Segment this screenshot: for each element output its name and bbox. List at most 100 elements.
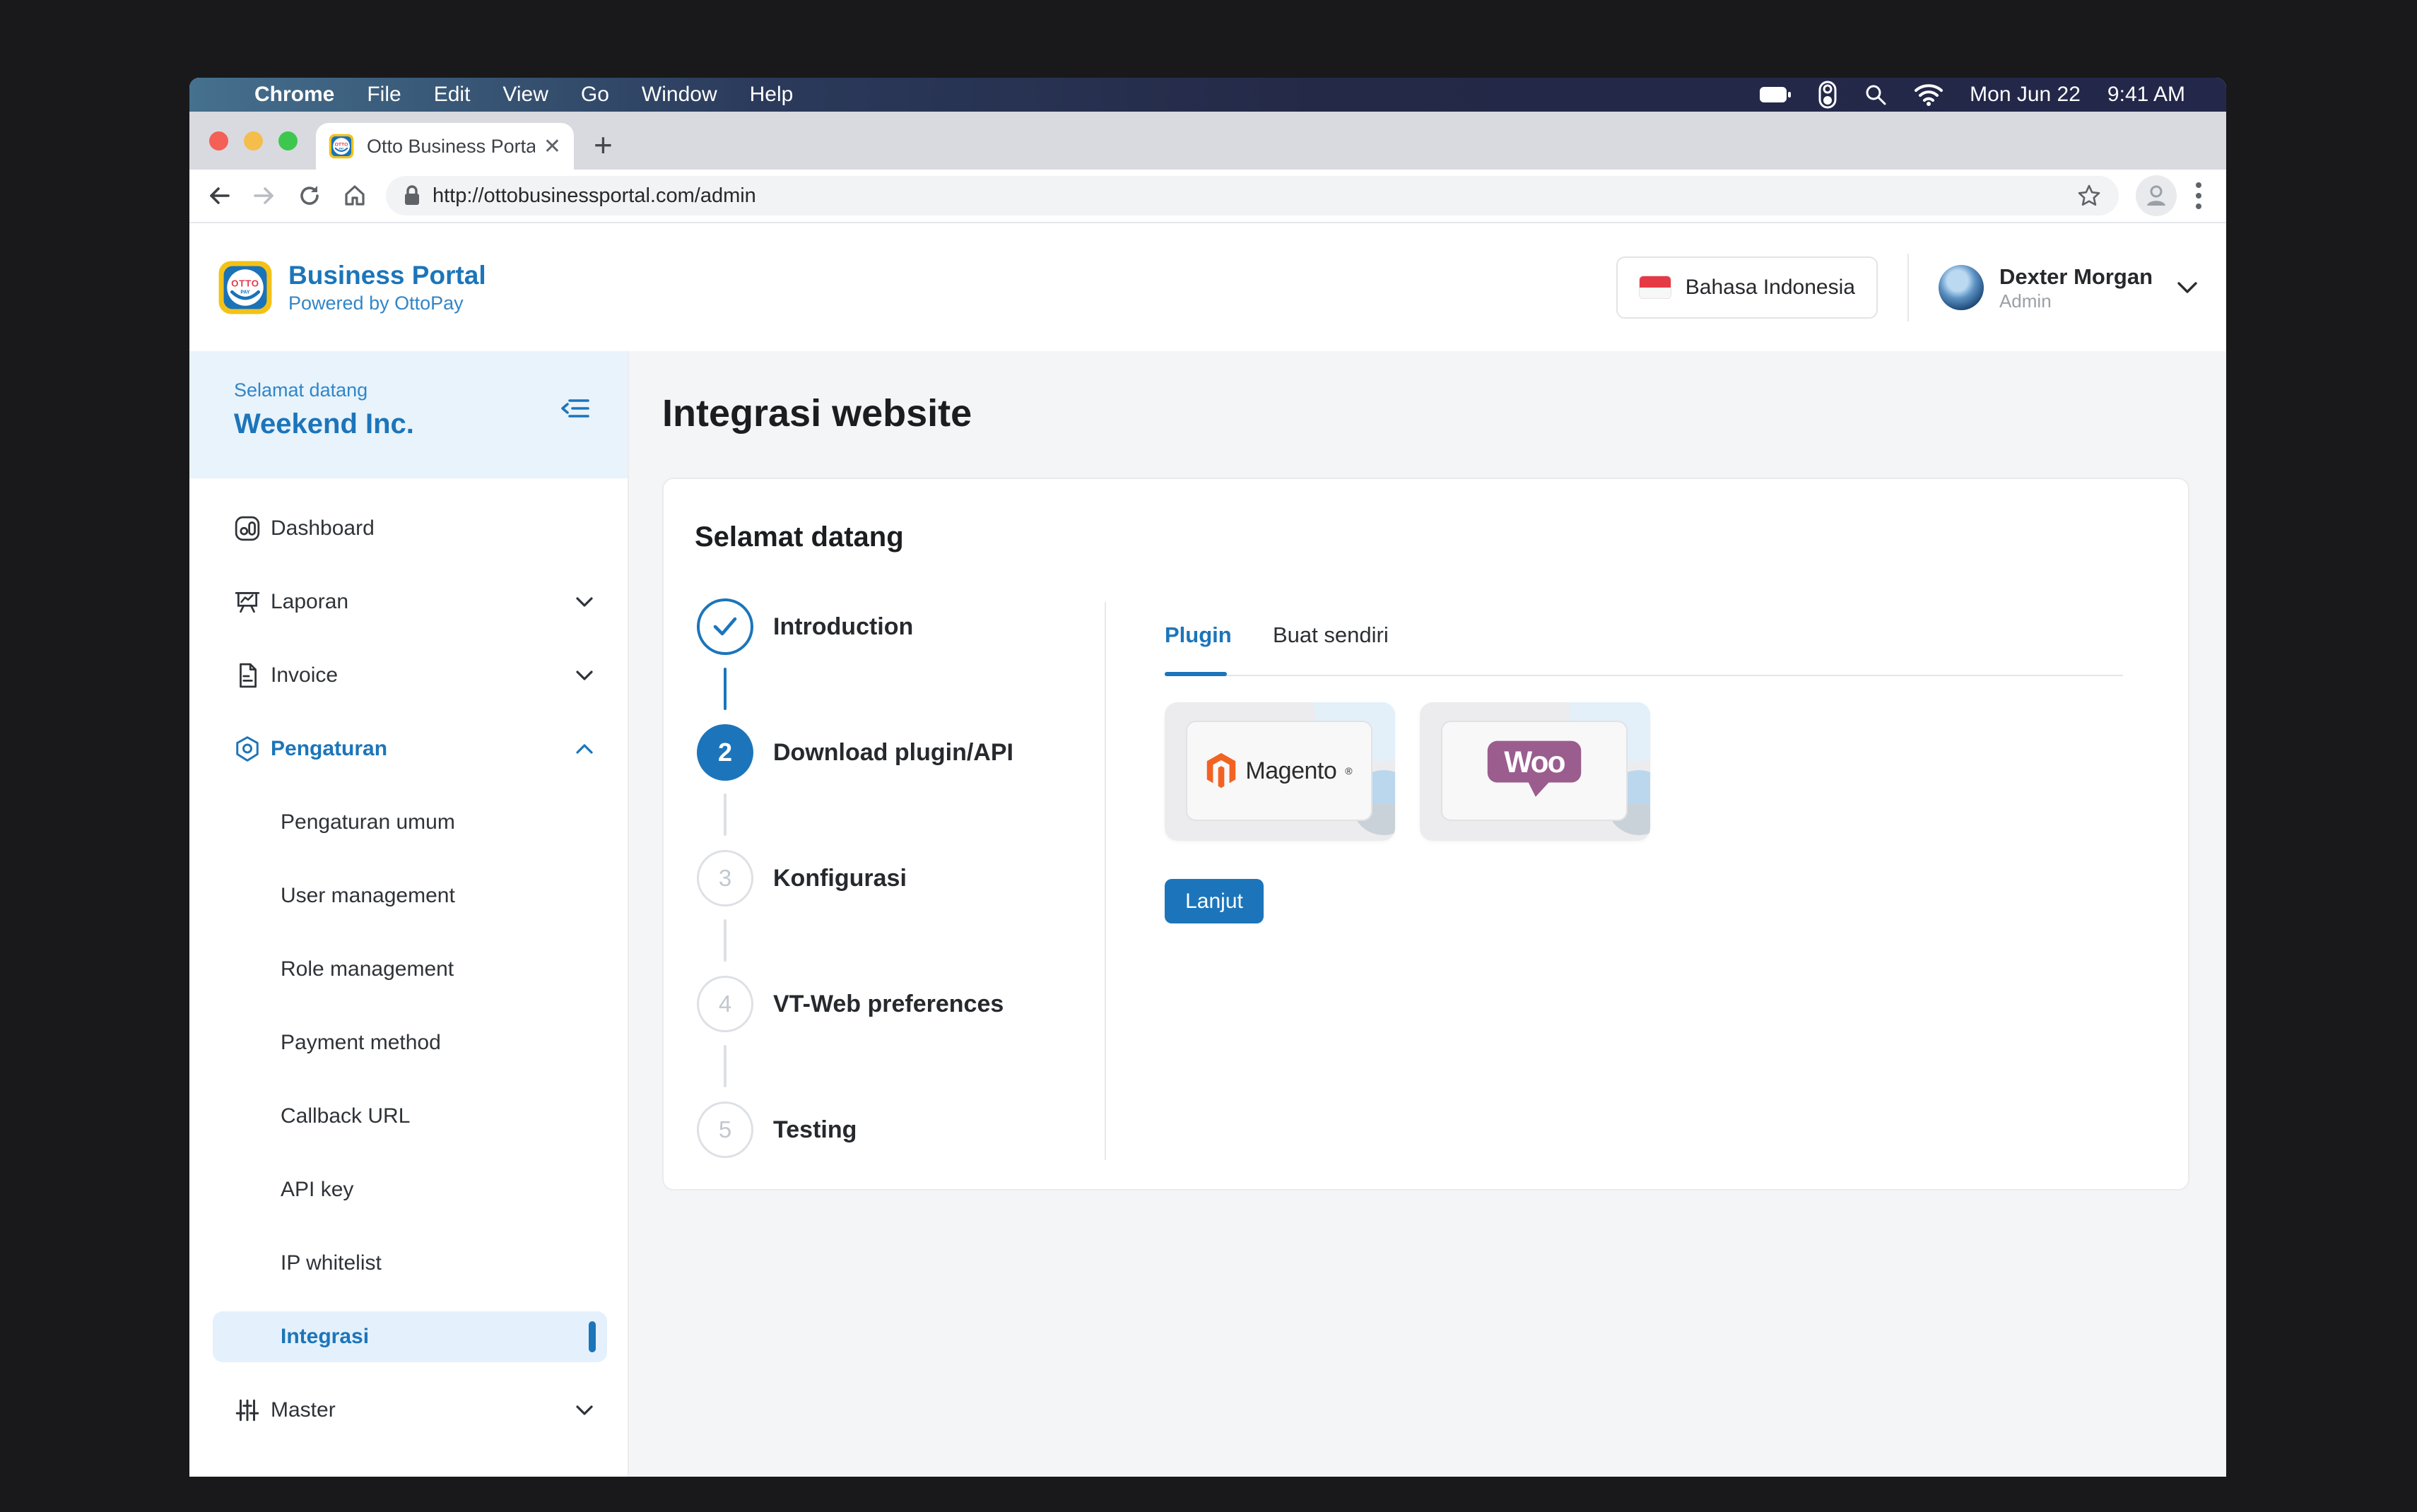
invoice-icon [234, 662, 261, 689]
plugin-card-magento[interactable]: Magento® [1165, 702, 1395, 841]
step-connector [724, 919, 727, 962]
chevron-down-icon [575, 670, 594, 681]
chevron-down-icon [575, 596, 594, 608]
sidebar-item-dashboard[interactable]: Dashboard [189, 492, 628, 565]
tab-close-icon[interactable]: ✕ [543, 134, 561, 159]
chevron-up-icon [575, 743, 594, 755]
browser-menu-icon[interactable] [2195, 181, 2202, 211]
tab-buat-sendiri[interactable]: Buat sendiri [1273, 622, 1389, 648]
back-icon[interactable] [204, 180, 235, 211]
step-5-label: Testing [773, 1116, 857, 1144]
step-5-testing[interactable]: 5 [697, 1101, 753, 1158]
tab-title: Otto Business Portal [367, 136, 535, 158]
address-bar[interactable]: http://ottobusinessportal.com/admin [386, 176, 2119, 215]
window-close-button[interactable] [209, 131, 228, 150]
screen: Chrome File Edit View Go Window Help [189, 78, 2226, 1477]
step-3-konfigurasi[interactable]: 3 [697, 850, 753, 906]
sidebar-item-payment-method[interactable]: Payment method [189, 1006, 628, 1080]
step-connector [724, 1045, 727, 1087]
window-minimize-button[interactable] [244, 131, 263, 150]
user-name: Dexter Morgan [1999, 264, 2153, 290]
new-tab-button[interactable]: + [594, 129, 613, 161]
menubar-edit[interactable]: Edit [434, 83, 471, 107]
chevron-down-icon [575, 1405, 594, 1416]
step-2-label: Download plugin/API [773, 739, 1013, 767]
step-4-label: VT-Web preferences [773, 991, 1004, 1018]
tabs-underline [1165, 675, 2123, 676]
brand-subtitle: Powered by OttoPay [288, 291, 486, 315]
brand-title: Business Portal [288, 260, 486, 291]
step-1-introduction[interactable] [697, 598, 753, 655]
step-1-label: Introduction [773, 613, 913, 641]
integration-card: Selamat datang Introduction 2 Download p… [662, 478, 2189, 1191]
browser-profile-icon[interactable] [2136, 175, 2177, 216]
svg-text:PAY: PAY [339, 147, 344, 150]
step-3-label: Konfigurasi [773, 865, 907, 892]
sidebar-welcome-panel: Selamat datang Weekend Inc. [189, 351, 628, 478]
sidebar-item-invoice[interactable]: Invoice [189, 639, 628, 712]
step-2-download-plugin[interactable]: 2 [697, 724, 753, 781]
home-icon[interactable] [339, 180, 370, 211]
settings-icon [234, 736, 261, 762]
window-zoom-button[interactable] [278, 131, 298, 150]
card-title: Selamat datang [695, 521, 904, 553]
stepper-divider [1105, 602, 1106, 1160]
sidebar-item-pengaturan[interactable]: Pengaturan [189, 712, 628, 786]
language-label: Bahasa Indonesia [1686, 276, 1855, 300]
woocommerce-logo-icon: Woo [1481, 738, 1587, 803]
sidebar: Selamat datang Weekend Inc. Dashboard [189, 351, 629, 1477]
language-selector[interactable]: Bahasa Indonesia [1616, 256, 1878, 319]
sidebar-item-laporan[interactable]: Laporan [189, 565, 628, 639]
sidebar-item-callback-url[interactable]: Callback URL [189, 1080, 628, 1153]
menubar-time[interactable]: 9:41 AM [2107, 83, 2185, 107]
bookmark-star-icon[interactable] [2076, 183, 2102, 208]
step-4-vtweb-preferences[interactable]: 4 [697, 976, 753, 1032]
user-role: Admin [1999, 290, 2153, 312]
menubar-file[interactable]: File [367, 83, 401, 107]
user-avatar[interactable] [1939, 265, 1984, 310]
sidebar-item-master[interactable]: Master [189, 1374, 628, 1447]
sidebar-item-pengaturan-umum[interactable]: Pengaturan umum [189, 786, 628, 859]
step-connector [724, 793, 727, 836]
menubar-app-chrome[interactable]: Chrome [254, 83, 334, 107]
menubar-help[interactable]: Help [750, 83, 794, 107]
browser-tab[interactable]: OTTOPAY Otto Business Portal ✕ [316, 123, 574, 170]
sidebar-item-user-management[interactable]: User management [189, 859, 628, 933]
url-text[interactable]: http://ottobusinessportal.com/admin [433, 184, 2076, 208]
forward-icon[interactable] [249, 180, 280, 211]
sidebar-nav: Dashboard Laporan [189, 492, 628, 1447]
step-connector [724, 668, 727, 710]
dashboard-icon [234, 515, 261, 542]
menubar-view[interactable]: View [502, 83, 548, 107]
sidebar-item-integrasi[interactable]: Integrasi [189, 1300, 628, 1374]
magento-logo-icon [1206, 752, 1237, 789]
report-icon [234, 589, 261, 615]
spotlight-search-icon[interactable] [1864, 83, 1888, 107]
menubar-date[interactable]: Mon Jun 22 [1970, 83, 2081, 107]
sidebar-item-ip-whitelist[interactable]: IP whitelist [189, 1227, 628, 1300]
macos-menubar: Chrome File Edit View Go Window Help [189, 78, 2226, 112]
wifi-icon[interactable] [1915, 83, 1943, 106]
indonesia-flag-icon [1639, 276, 1671, 299]
tab-plugin[interactable]: Plugin [1165, 622, 1232, 648]
ottopay-logo: OTTO PAY [218, 260, 273, 315]
browser-toolbar: http://ottobusinessportal.com/admin [189, 170, 2226, 223]
svg-text:PAY: PAY [240, 290, 250, 295]
svg-text:OTTO: OTTO [231, 278, 259, 288]
display-toggle-icon[interactable] [1818, 81, 1837, 109]
reload-icon[interactable] [294, 180, 325, 211]
user-menu-chevron-icon[interactable] [2177, 281, 2198, 294]
continue-button[interactable]: Lanjut [1165, 879, 1264, 923]
menubar-window[interactable]: Window [642, 83, 717, 107]
sidebar-item-api-key[interactable]: API key [189, 1153, 628, 1227]
svg-text:Woo: Woo [1504, 745, 1565, 779]
sidebar-collapse-icon[interactable] [560, 395, 591, 422]
plugin-card-woocommerce[interactable]: Woo [1420, 702, 1650, 841]
sliders-icon [234, 1397, 261, 1424]
sidebar-item-role-management[interactable]: Role management [189, 933, 628, 1006]
battery-icon[interactable] [1759, 84, 1792, 105]
menubar-go[interactable]: Go [581, 83, 609, 107]
svg-text:OTTO: OTTO [335, 142, 349, 147]
magento-logo-text: Magento [1245, 757, 1336, 785]
lock-icon[interactable] [403, 184, 421, 207]
